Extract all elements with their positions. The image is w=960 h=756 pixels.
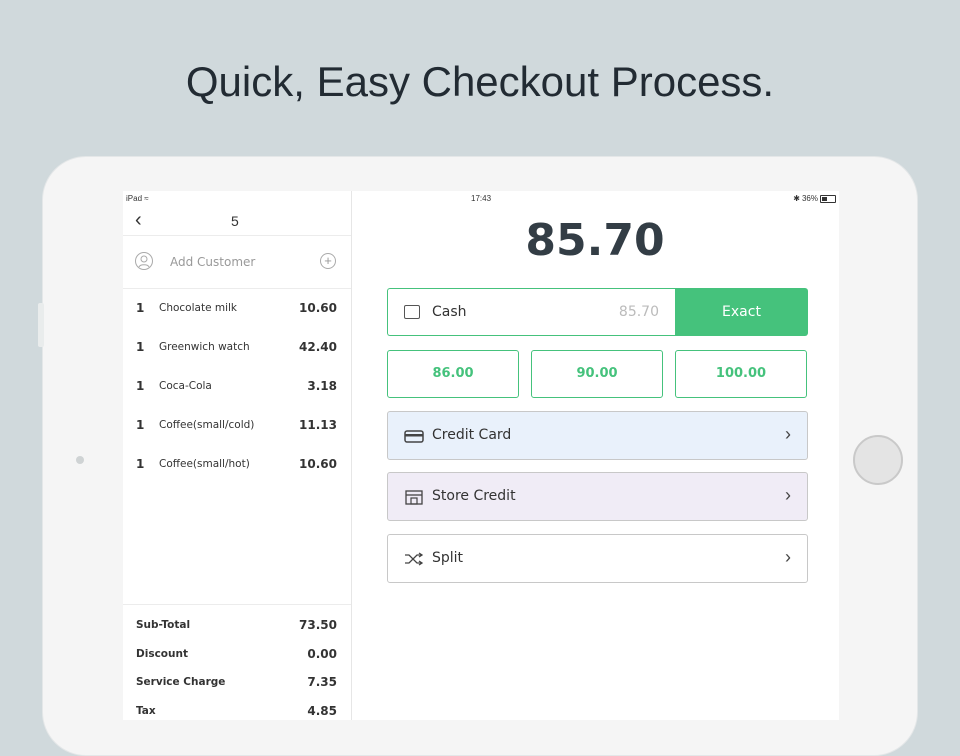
total-label: Sub-Total bbox=[136, 619, 191, 631]
item-qty: 1 bbox=[136, 301, 145, 315]
battery-percent: 36% bbox=[801, 194, 818, 203]
plus-circle-icon[interactable]: + bbox=[320, 253, 336, 269]
divider bbox=[123, 604, 351, 605]
total-value: 73.50 bbox=[299, 618, 337, 632]
chevron-right-icon: › bbox=[785, 424, 791, 444]
quick-amount-button[interactable]: 100.00 bbox=[675, 350, 807, 398]
wallet-icon bbox=[404, 305, 420, 319]
app-screen: ‹ 5 Add Customer + 1 Chocolate milk 10.60 1… bbox=[123, 191, 839, 720]
total-row: Service Charge 7.35 bbox=[123, 670, 351, 694]
total-row: Discount 0.00 bbox=[123, 642, 351, 666]
cash-label: Cash bbox=[432, 304, 467, 320]
order-item-row[interactable]: 1 Coffee(small/cold) 11.13 bbox=[123, 406, 351, 445]
status-time: 17:43 bbox=[471, 194, 492, 203]
item-name: Coca-Cola bbox=[159, 380, 212, 392]
total-label: Service Charge bbox=[136, 676, 226, 688]
carrier-label: iPad ≈ bbox=[126, 194, 149, 203]
item-name: Chocolate milk bbox=[159, 302, 238, 314]
total-value: 4.85 bbox=[307, 703, 337, 718]
order-item-row[interactable]: 1 Greenwich watch 42.40 bbox=[123, 328, 351, 367]
item-name: Coffee(small/cold) bbox=[159, 419, 255, 431]
carrier-text: iPad bbox=[126, 194, 143, 203]
chevron-right-icon: › bbox=[785, 485, 791, 505]
total-label: Tax bbox=[136, 704, 156, 717]
add-customer-row[interactable]: Add Customer + bbox=[123, 236, 351, 288]
split-label: Split bbox=[432, 550, 464, 566]
item-price: 11.13 bbox=[299, 418, 337, 432]
store-credit-label: Store Credit bbox=[432, 488, 516, 504]
item-qty: 1 bbox=[136, 379, 145, 393]
total-label: Discount bbox=[136, 647, 188, 660]
order-item-row[interactable]: 1 Coffee(small/hot) 10.60 bbox=[123, 445, 351, 484]
person-icon bbox=[135, 252, 153, 270]
add-customer-label: Add Customer bbox=[170, 255, 256, 269]
item-price: 10.60 bbox=[299, 457, 337, 471]
item-qty: 1 bbox=[136, 418, 145, 432]
battery-icon bbox=[820, 194, 836, 203]
exact-button[interactable]: Exact bbox=[675, 288, 808, 336]
item-price: 3.18 bbox=[307, 379, 337, 393]
total-value: 7.35 bbox=[307, 675, 337, 689]
cash-row: Cash 85.70 Exact bbox=[387, 288, 808, 336]
order-item-row[interactable]: 1 Coca-Cola 3.18 bbox=[123, 367, 351, 406]
credit-card-label: Credit Card bbox=[432, 427, 512, 443]
chevron-right-icon: › bbox=[785, 547, 791, 567]
cash-button[interactable]: Cash 85.70 bbox=[387, 288, 675, 336]
total-value: 0.00 bbox=[307, 646, 337, 661]
item-price: 10.60 bbox=[299, 301, 337, 315]
wifi-icon: ≈ bbox=[144, 194, 149, 203]
status-right: ✱ 36% bbox=[793, 194, 836, 203]
device-side-button bbox=[38, 303, 44, 347]
store-icon bbox=[404, 489, 424, 505]
status-bar: iPad ≈ 17:43 ✱ 36% bbox=[123, 191, 839, 205]
credit-card-button[interactable]: Credit Card › bbox=[387, 411, 808, 460]
order-number: 5 bbox=[231, 213, 239, 229]
item-name: Greenwich watch bbox=[159, 341, 250, 353]
total-row: Sub-Total 73.50 bbox=[123, 613, 351, 637]
device-camera bbox=[76, 456, 84, 464]
item-price: 42.40 bbox=[299, 340, 337, 354]
quick-amount-button[interactable]: 90.00 bbox=[531, 350, 663, 398]
chevron-left-icon[interactable]: ‹ bbox=[135, 209, 142, 232]
store-credit-button[interactable]: Store Credit › bbox=[387, 472, 808, 521]
device-home-button[interactable] bbox=[853, 435, 903, 485]
bluetooth-icon: ✱ bbox=[793, 194, 800, 203]
order-item-row[interactable]: 1 Chocolate milk 10.60 bbox=[123, 289, 351, 328]
payment-total: 85.70 bbox=[525, 215, 665, 266]
total-row: Tax 4.85 bbox=[123, 699, 351, 721]
cash-amount: 85.70 bbox=[618, 304, 659, 320]
shuffle-icon bbox=[404, 551, 424, 567]
credit-card-icon bbox=[404, 428, 424, 444]
split-button[interactable]: Split › bbox=[387, 534, 808, 583]
order-panel: ‹ 5 Add Customer + 1 Chocolate milk 10.60 1… bbox=[123, 191, 352, 720]
item-name: Coffee(small/hot) bbox=[159, 458, 250, 470]
item-qty: 1 bbox=[136, 457, 145, 471]
quick-amount-button[interactable]: 86.00 bbox=[387, 350, 519, 398]
page-headline: Quick, Easy Checkout Process. bbox=[185, 58, 775, 105]
item-qty: 1 bbox=[136, 340, 145, 354]
